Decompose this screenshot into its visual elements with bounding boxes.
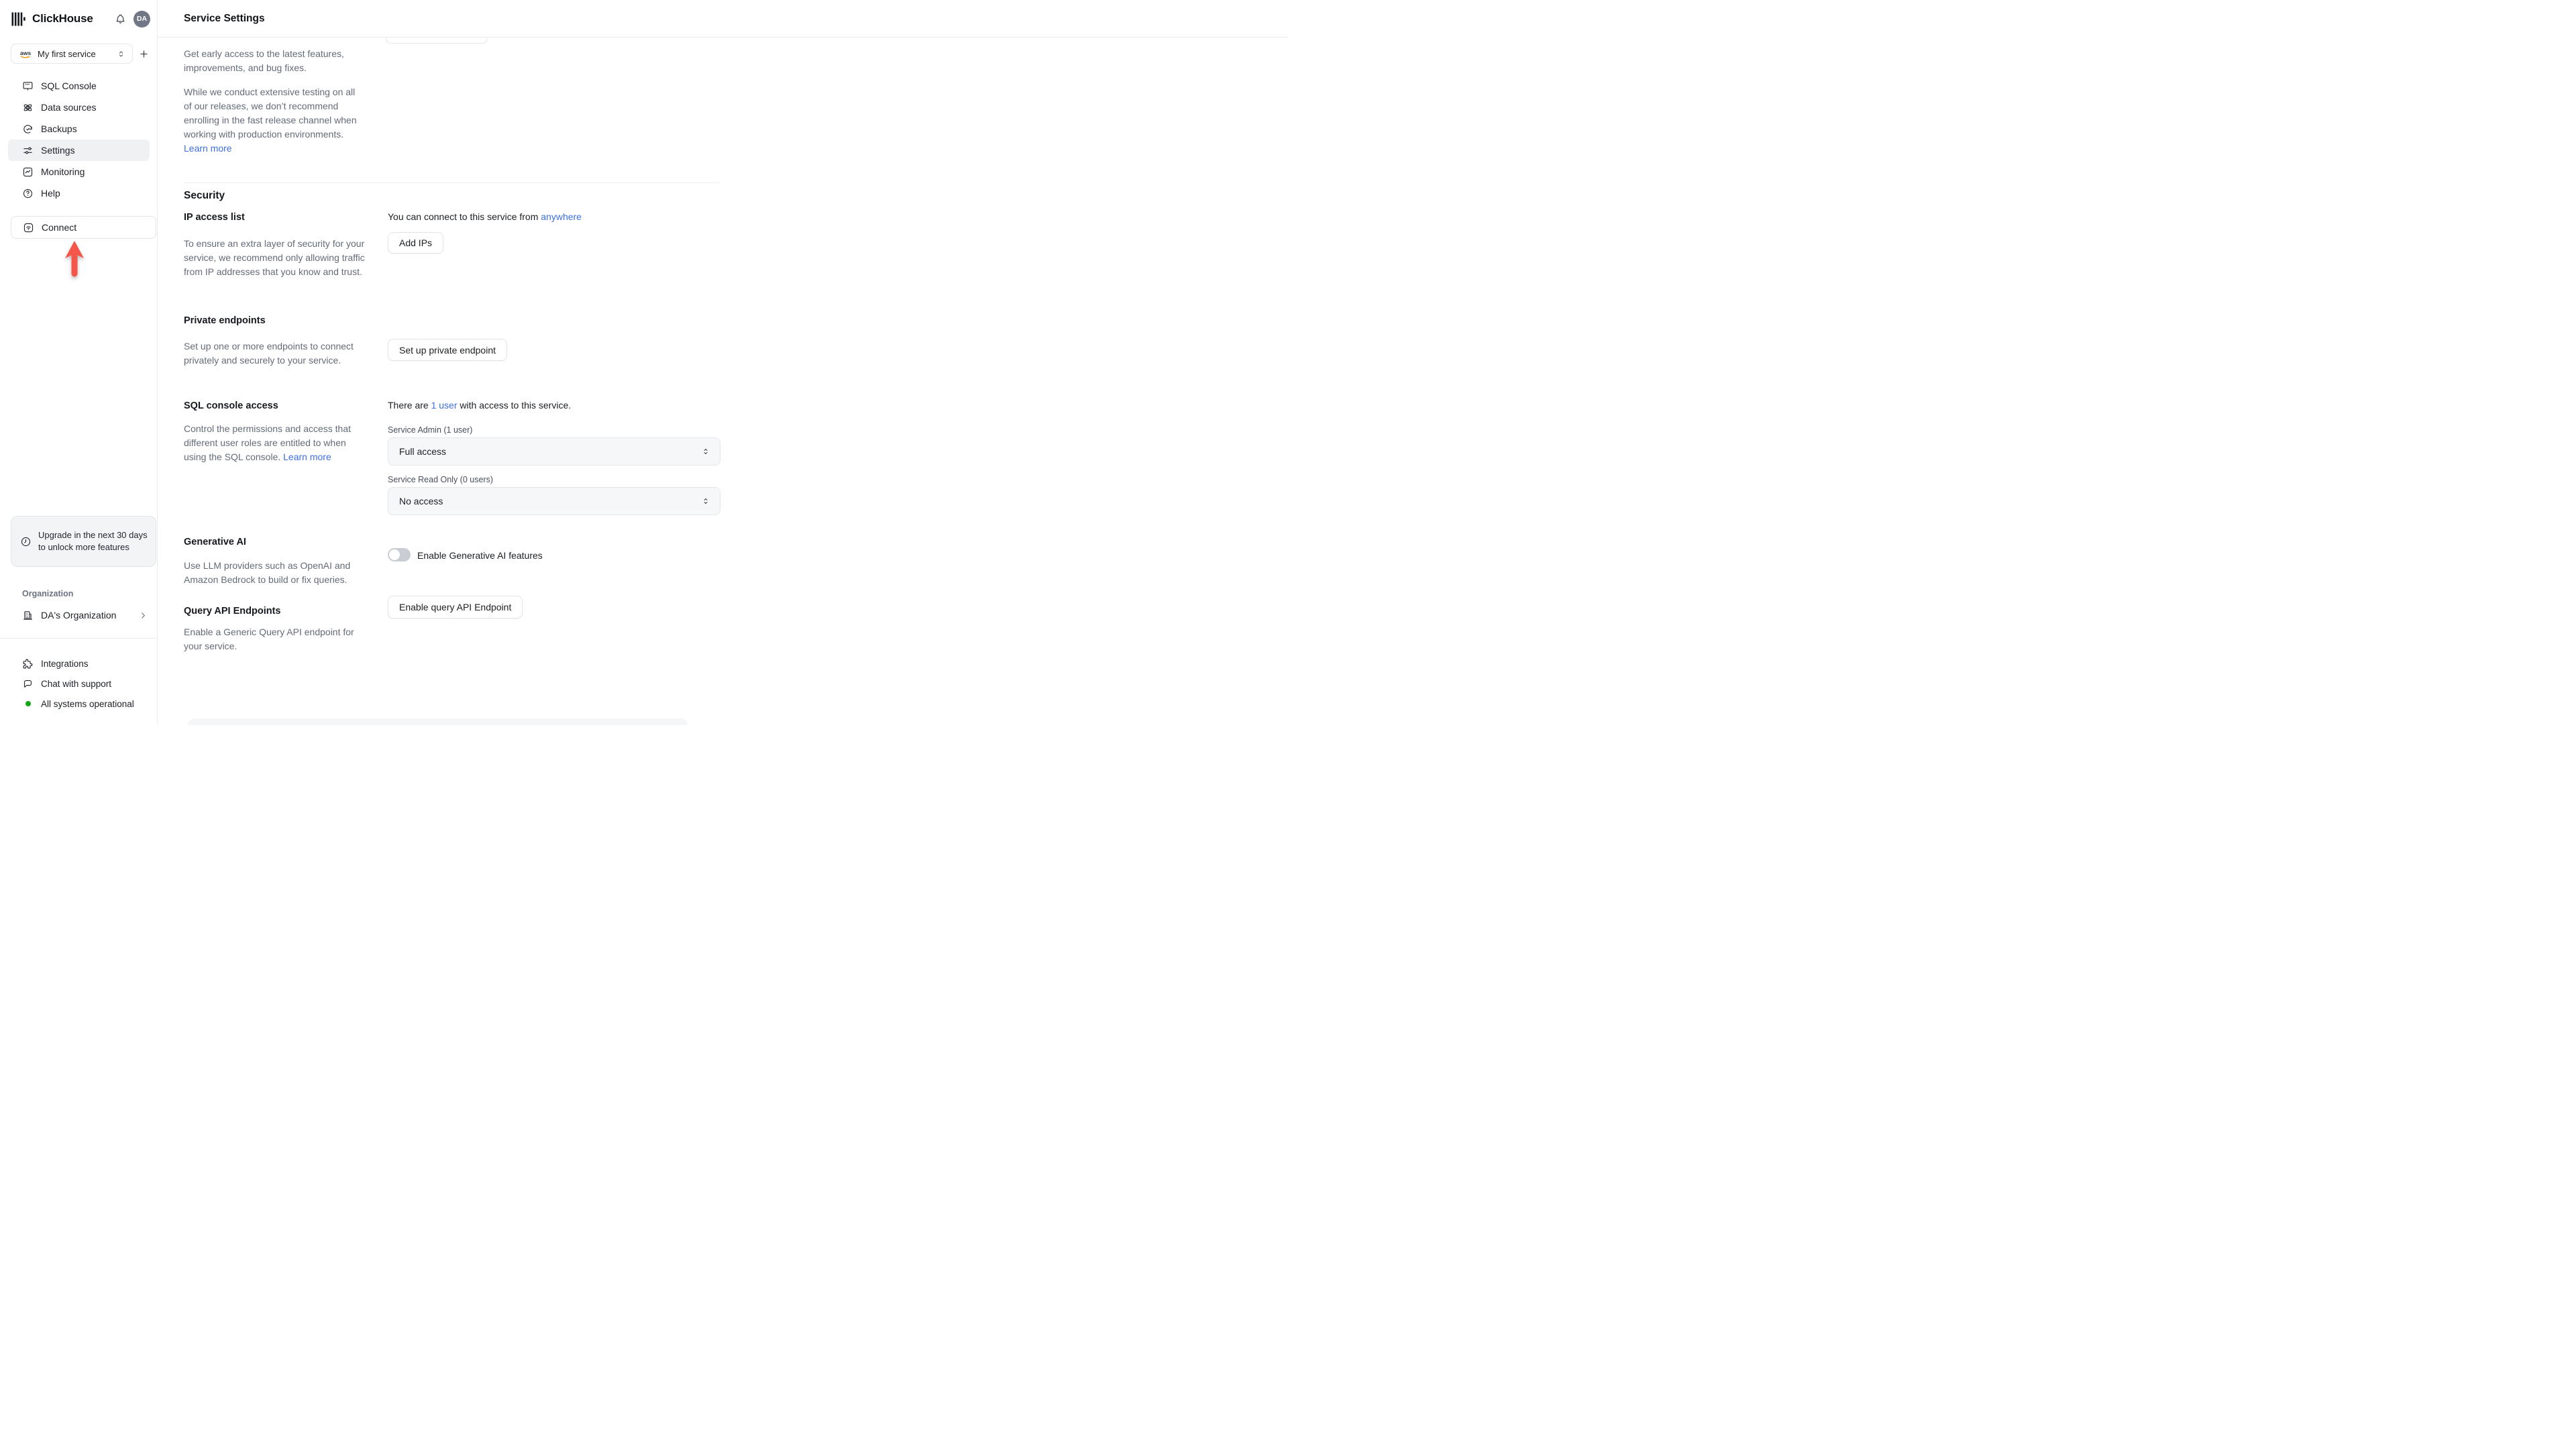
next-section-card-partial: [188, 718, 688, 725]
service-name: My first service: [38, 48, 96, 59]
chevron-right-icon: [139, 611, 148, 620]
service-readonly-label: Service Read Only (0 users): [388, 475, 494, 484]
sidebar-item-label: Settings: [41, 145, 75, 156]
bell-icon[interactable]: [113, 12, 127, 26]
release-channel-para2: While we conduct extensive testing on al…: [184, 85, 365, 156]
sidebar-item-chat-support[interactable]: Chat with support: [0, 674, 157, 694]
app-name: ClickHouse: [32, 12, 93, 25]
organization-section-label: Organization: [22, 589, 74, 598]
connect-button[interactable]: Connect: [11, 216, 156, 239]
sql-console-access-summary: There are 1 user with access to this ser…: [388, 400, 571, 411]
private-endpoints-description: Set up one or more endpoints to connect …: [184, 341, 354, 366]
system-status-row[interactable]: All systems operational: [0, 694, 157, 714]
add-service-button[interactable]: [138, 48, 150, 60]
service-selector[interactable]: aws My first service: [11, 44, 133, 64]
release-channel-para2-text: While we conduct extensive testing on al…: [184, 87, 357, 140]
sidebar-footer: Integrations Chat with support All syste…: [0, 653, 157, 714]
enable-query-api-button[interactable]: Enable query API Endpoint: [388, 596, 523, 619]
generative-ai-title: Generative AI: [184, 537, 246, 547]
clickhouse-logo-icon: [11, 12, 25, 26]
generative-ai-toggle-label: Enable Generative AI features: [417, 550, 543, 561]
avatar-initials: DA: [136, 15, 148, 23]
settings-icon: [22, 145, 34, 156]
data-sources-icon: [22, 102, 34, 113]
setup-private-endpoint-button[interactable]: Set up private endpoint: [388, 339, 507, 361]
footer-item-label: Chat with support: [41, 678, 112, 689]
summary-suffix: with access to this service.: [457, 400, 572, 411]
service-readonly-value: No access: [399, 496, 443, 506]
release-channel-learn-more-link[interactable]: Learn more: [184, 143, 232, 154]
generative-ai-toggle[interactable]: [388, 548, 411, 561]
chevron-updown-icon: [701, 496, 710, 506]
toggle-knob: [389, 549, 400, 560]
sidebar-item-help[interactable]: Help: [0, 182, 157, 204]
service-admin-label: Service Admin (1 user): [388, 425, 473, 435]
ip-access-description: To ensure an extra layer of security for…: [184, 238, 365, 277]
sidebar-item-data-sources[interactable]: Data sources: [0, 97, 157, 118]
chat-bubble-icon: [22, 678, 34, 690]
red-up-arrow: [63, 240, 86, 279]
help-icon: [22, 188, 34, 199]
summary-prefix: There are: [388, 400, 431, 411]
one-user-link[interactable]: 1 user: [431, 400, 458, 411]
add-ips-button[interactable]: Add IPs: [388, 232, 444, 254]
connect-wifi-icon: [23, 222, 34, 233]
sidebar-item-label: Help: [41, 188, 60, 199]
avatar[interactable]: DA: [133, 10, 150, 28]
service-selector-row: aws My first service: [11, 44, 150, 64]
sql-console-icon: [22, 80, 34, 92]
svg-text:aws: aws: [20, 50, 31, 56]
upgrade-banner[interactable]: Upgrade in the next 30 days to unlock mo…: [11, 516, 156, 567]
sidebar-item-label: SQL Console: [41, 80, 97, 91]
query-api-description: Enable a Generic Query API endpoint for …: [184, 627, 354, 651]
ip-access-list-title: IP access list: [184, 212, 245, 223]
sidebar-item-settings[interactable]: Settings: [8, 140, 150, 161]
main-header: Service Settings: [158, 0, 1288, 38]
status-label: All systems operational: [41, 698, 134, 709]
sql-console-access-title: SQL console access: [184, 400, 278, 411]
puzzle-icon: [22, 658, 34, 669]
security-heading: Security: [184, 190, 225, 201]
sql-console-learn-more-link[interactable]: Learn more: [283, 451, 331, 462]
sidebar: ClickHouse DA aws My first service SQL C…: [0, 0, 158, 724]
sidebar-item-backups[interactable]: Backups: [0, 118, 157, 140]
service-admin-select[interactable]: Full access: [388, 437, 720, 466]
page-title: Service Settings: [184, 13, 265, 24]
connect-label: Connect: [42, 222, 77, 233]
query-api-endpoints-title: Query API Endpoints: [184, 606, 281, 616]
anywhere-link[interactable]: anywhere: [541, 211, 582, 222]
sidebar-divider: [0, 638, 158, 639]
chevron-updown-icon: [701, 447, 710, 456]
service-readonly-select[interactable]: No access: [388, 487, 720, 515]
sidebar-nav: SQL Console Data sources Backups Setting…: [0, 75, 157, 204]
backups-icon: [22, 123, 34, 135]
sidebar-item-label: Backups: [41, 123, 77, 134]
building-icon: [22, 610, 34, 621]
sidebar-item-sql-console[interactable]: SQL Console: [0, 75, 157, 97]
ip-access-status-text: You can connect to this service from: [388, 211, 541, 222]
upgrade-text: Upgrade in the next 30 days to unlock mo…: [38, 530, 148, 552]
chevron-updown-icon: [117, 50, 125, 58]
clock-icon: [20, 536, 32, 547]
sidebar-item-label: Monitoring: [41, 166, 85, 177]
sidebar-item-monitoring[interactable]: Monitoring: [0, 161, 157, 182]
sidebar-item-label: Data sources: [41, 102, 97, 113]
section-divider: [184, 182, 720, 183]
private-endpoints-title: Private endpoints: [184, 315, 266, 326]
status-dot: [22, 701, 34, 706]
ip-access-status: You can connect to this service from any…: [388, 211, 582, 222]
release-channel-para1: Get early access to the latest features,…: [184, 48, 344, 73]
release-channel-select-partial[interactable]: [386, 38, 488, 44]
aws-logo-icon: aws: [20, 50, 32, 58]
organization-row[interactable]: DA's Organization: [0, 604, 157, 626]
monitoring-icon: [22, 166, 34, 178]
sql-console-access-description: Control the permissions and access that …: [184, 422, 366, 464]
service-admin-value: Full access: [399, 446, 447, 457]
organization-name: DA's Organization: [41, 610, 117, 621]
footer-item-label: Integrations: [41, 658, 89, 669]
sidebar-item-integrations[interactable]: Integrations: [0, 653, 157, 674]
generative-ai-description: Use LLM providers such as OpenAI and Ama…: [184, 560, 351, 585]
sidebar-header: ClickHouse DA: [0, 0, 157, 38]
